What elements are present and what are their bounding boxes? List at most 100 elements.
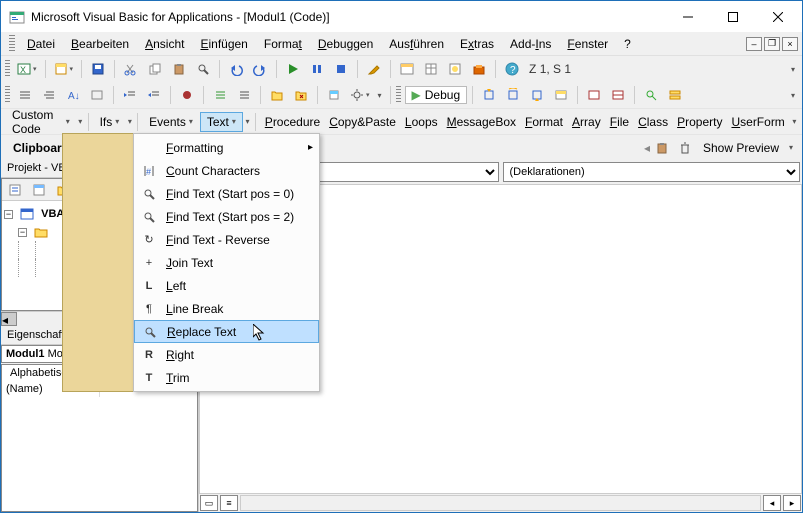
undo-button[interactable]: [225, 58, 247, 80]
help-button[interactable]: ?: [501, 58, 523, 80]
mdi-minimize-button[interactable]: –: [746, 37, 762, 51]
custom-overflow-4[interactable]: [791, 117, 798, 126]
show-preview-button[interactable]: Show Preview: [696, 138, 786, 158]
toolbar-overflow-2[interactable]: [375, 91, 385, 100]
menu-einfuegen[interactable]: Einfügen: [192, 35, 255, 53]
procedure-view-icon[interactable]: ▭: [200, 495, 218, 511]
excel-view-button[interactable]: X: [14, 58, 40, 80]
menu-item-formatting[interactable]: Formatting: [134, 136, 319, 159]
toolbar-overflow-1[interactable]: [788, 65, 798, 74]
toolbar-overflow-3[interactable]: [788, 91, 798, 100]
view-object-icon[interactable]: [28, 179, 50, 201]
menu-ansicht[interactable]: Ansicht: [137, 35, 192, 53]
bookmarks-button[interactable]: [323, 84, 345, 106]
format-link[interactable]: Format: [521, 113, 567, 131]
comment-block-button[interactable]: [209, 84, 231, 106]
menu-fenster[interactable]: Fenster: [559, 35, 616, 53]
toolbar-grip-2[interactable]: [5, 86, 10, 104]
run-button[interactable]: [282, 58, 304, 80]
menu-format[interactable]: Format: [256, 35, 310, 53]
toolbar-grip-1[interactable]: [5, 60, 10, 78]
menu-item-right[interactable]: RRight: [134, 343, 319, 366]
step-over-button[interactable]: [502, 84, 524, 106]
menu-bearbeiten[interactable]: Bearbeiten: [63, 35, 137, 53]
procedure-combo[interactable]: (Deklarationen): [503, 162, 801, 182]
debug-button[interactable]: ▶Debug: [405, 86, 468, 104]
list-properties-button[interactable]: [14, 84, 36, 106]
cut-button[interactable]: [120, 58, 142, 80]
ifs-dropdown[interactable]: Ifs: [94, 113, 126, 131]
menu-item-find-text-reverse[interactable]: ↻Find Text - Reverse: [134, 228, 319, 251]
menu-extras[interactable]: Extras: [452, 35, 502, 53]
procedure-link[interactable]: Procedure: [261, 113, 324, 131]
break-button[interactable]: [306, 58, 328, 80]
menubar-grip[interactable]: [9, 35, 15, 53]
close-button[interactable]: [755, 2, 800, 31]
full-module-view-icon[interactable]: ≡: [220, 495, 238, 511]
minimize-button[interactable]: [665, 2, 710, 31]
menu-item-count-characters[interactable]: #Count Characters: [134, 159, 319, 182]
clipboard-overflow[interactable]: [786, 143, 796, 152]
toggle-breakpoint-button[interactable]: [176, 84, 198, 106]
text-dropdown[interactable]: Text: [200, 112, 243, 132]
paste-button[interactable]: [168, 58, 190, 80]
locals-window-button[interactable]: [550, 84, 572, 106]
events-dropdown[interactable]: Events: [143, 113, 199, 131]
menu-datei[interactable]: Datei: [19, 35, 63, 53]
parameter-info-button[interactable]: [86, 84, 108, 106]
clipboard-prev-button[interactable]: ◂: [642, 141, 652, 155]
toolbox-button[interactable]: [468, 58, 490, 80]
step-out-button[interactable]: [526, 84, 548, 106]
menu-item-join-text[interactable]: +Join Text: [134, 251, 319, 274]
menu-item-line-break[interactable]: ¶Line Break: [134, 297, 319, 320]
custom-overflow-1[interactable]: [77, 117, 84, 126]
list-constants-button[interactable]: [38, 84, 60, 106]
view-code-icon[interactable]: [4, 179, 26, 201]
copy-button[interactable]: [144, 58, 166, 80]
design-mode-button[interactable]: [363, 58, 385, 80]
mdi-close-button[interactable]: ×: [782, 37, 798, 51]
outdent-button[interactable]: [143, 84, 165, 106]
menu-ausfuehren[interactable]: Ausführen: [381, 35, 452, 53]
settings-button[interactable]: [347, 84, 373, 106]
property-link[interactable]: Property: [673, 113, 726, 131]
insert-module-button[interactable]: [51, 58, 77, 80]
immediate-window-button[interactable]: [583, 84, 605, 106]
reset-button[interactable]: [330, 58, 352, 80]
quick-info-button[interactable]: A↓: [62, 84, 84, 106]
clipboard-delete-icon[interactable]: [674, 137, 696, 159]
menu-addins[interactable]: Add-Ins: [502, 35, 559, 53]
scroll-right-icon[interactable]: ▸: [783, 495, 801, 511]
custom-overflow-3[interactable]: [244, 117, 251, 126]
array-link[interactable]: Array: [568, 113, 605, 131]
watch-window-button[interactable]: [607, 84, 629, 106]
userform-link[interactable]: UserForm: [727, 113, 788, 131]
menu-item-replace-text[interactable]: Replace Text: [134, 320, 319, 343]
file-link[interactable]: File: [606, 113, 633, 131]
properties-grid[interactable]: (Name) Modul1: [1, 380, 198, 513]
menu-item-left[interactable]: LLeft: [134, 274, 319, 297]
find-button[interactable]: [192, 58, 214, 80]
copy-paste-link[interactable]: Copy&Paste: [325, 113, 400, 131]
redo-button[interactable]: [249, 58, 271, 80]
messagebox-link[interactable]: MessageBox: [443, 113, 520, 131]
indent-button[interactable]: [119, 84, 141, 106]
mdi-restore-button[interactable]: ❐: [764, 37, 780, 51]
menu-debuggen[interactable]: Debuggen: [310, 35, 381, 53]
loops-link[interactable]: Loops: [401, 113, 442, 131]
menu-item-find-text-start-pos-0-[interactable]: Find Text (Start pos = 0): [134, 182, 319, 205]
call-stack-button[interactable]: [664, 84, 686, 106]
quick-watch-button[interactable]: [640, 84, 662, 106]
class-link[interactable]: Class: [634, 113, 672, 131]
properties-button[interactable]: [420, 58, 442, 80]
code-h-scrollbar[interactable]: [240, 495, 761, 511]
object-browser-button[interactable]: [444, 58, 466, 80]
maximize-button[interactable]: [710, 2, 755, 31]
menu-item-trim[interactable]: TTrim: [134, 366, 319, 389]
toolbar-grip-3[interactable]: [396, 86, 401, 104]
menu-hilfe[interactable]: ?: [616, 35, 639, 53]
folder-button-1[interactable]: [266, 84, 288, 106]
uncomment-block-button[interactable]: [233, 84, 255, 106]
scroll-left-icon[interactable]: ◂: [763, 495, 781, 511]
custom-overflow-2[interactable]: [126, 117, 133, 126]
